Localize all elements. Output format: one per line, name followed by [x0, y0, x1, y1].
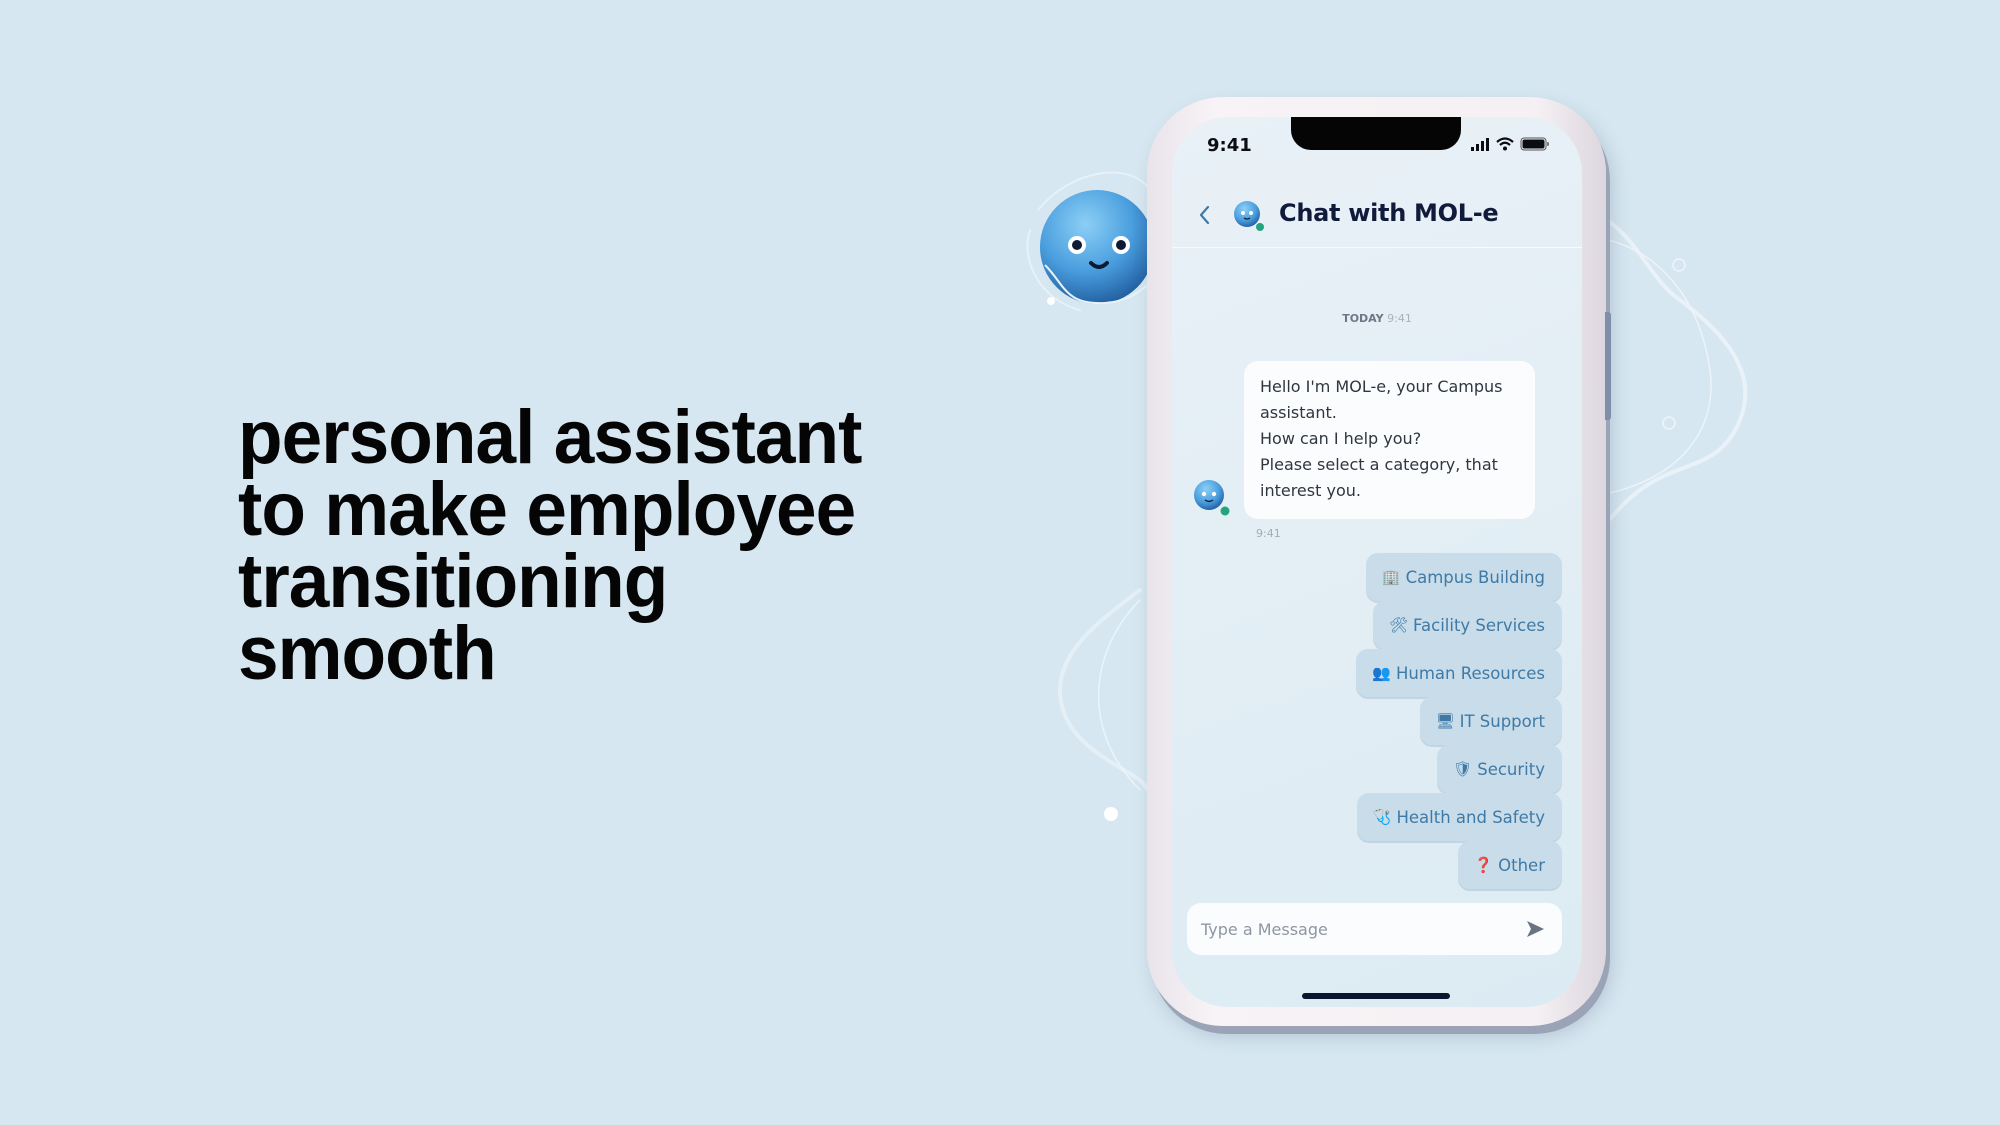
chat-screen: 9:41 Chat with MOL-e TODAY 9:41 Hello I'… — [1172, 117, 1582, 1007]
category-options: 🏢 Campus Building 🛠 Facility Services 👥 … — [1355, 553, 1562, 889]
computer-icon: 🖥 — [1435, 711, 1455, 730]
chevron-left-icon[interactable] — [1196, 203, 1214, 227]
bot-avatar — [1234, 201, 1264, 231]
option-health-and-safety[interactable]: 🩺 Health and Safety — [1356, 793, 1562, 841]
stethoscope-icon: 🩺 — [1372, 807, 1392, 826]
option-facility-services[interactable]: 🛠 Facility Services — [1373, 601, 1562, 649]
message-line: How can I help you? — [1260, 429, 1422, 448]
option-label: Security — [1477, 759, 1545, 779]
option-label: Human Resources — [1395, 663, 1545, 683]
chat-title: Chat with MOL-e — [1279, 199, 1499, 227]
signal-icon — [1471, 138, 1489, 151]
phone-notch — [1291, 117, 1461, 150]
message-timestamp: 9:41 — [1256, 527, 1281, 540]
day-time: 9:41 — [1387, 312, 1412, 325]
bot-message-avatar — [1194, 480, 1230, 516]
shield-icon: 🛡 — [1453, 759, 1473, 778]
headline-line: personal assistant — [238, 395, 862, 480]
option-it-support[interactable]: 🖥 IT Support — [1419, 697, 1562, 745]
mascot-avatar — [1040, 190, 1156, 305]
day-label: TODAY — [1342, 312, 1384, 325]
option-label: IT Support — [1459, 711, 1545, 731]
message-composer — [1187, 903, 1562, 955]
headline-line: smooth — [238, 611, 497, 696]
home-indicator — [1302, 993, 1450, 999]
message-line: Please select a category, that — [1260, 455, 1498, 474]
option-label: Other — [1498, 855, 1545, 875]
message-input[interactable] — [1201, 919, 1501, 939]
option-label: Health and Safety — [1396, 807, 1546, 827]
send-icon[interactable] — [1524, 918, 1546, 940]
option-other[interactable]: ❓ Other — [1458, 841, 1562, 889]
option-campus-building[interactable]: 🏢 Campus Building — [1365, 553, 1562, 601]
option-human-resources[interactable]: 👥 Human Resources — [1355, 649, 1562, 697]
wifi-icon — [1496, 137, 1514, 151]
option-label: Campus Building — [1405, 567, 1545, 587]
battery-icon — [1520, 137, 1549, 151]
option-security[interactable]: 🛡 Security — [1437, 745, 1562, 793]
status-time: 9:41 — [1207, 135, 1252, 156]
message-line: assistant. — [1260, 403, 1337, 422]
building-icon: 🏢 — [1381, 567, 1401, 586]
message-line: interest you. — [1260, 481, 1361, 500]
headline: personal assistant to make employee tran… — [238, 395, 862, 696]
chat-header: Chat with MOL-e — [1172, 187, 1582, 242]
tools-icon: 🛠 — [1389, 615, 1409, 634]
status-icons — [1470, 137, 1550, 151]
date-separator: TODAY 9:41 — [1172, 312, 1582, 325]
question-mark-icon: ❓ — [1474, 855, 1493, 874]
people-icon: 👥 — [1371, 663, 1391, 682]
headline-line: transitioning — [238, 539, 668, 624]
online-status-dot — [1256, 223, 1264, 231]
headline-line: to make employee — [238, 467, 856, 552]
phone-side-button — [1605, 312, 1611, 420]
option-label: Facility Services — [1413, 615, 1545, 635]
bot-message-bubble: Hello I'm MOL-e, your Campus assistant. … — [1244, 361, 1535, 519]
message-line: Hello I'm MOL-e, your Campus — [1260, 377, 1503, 396]
